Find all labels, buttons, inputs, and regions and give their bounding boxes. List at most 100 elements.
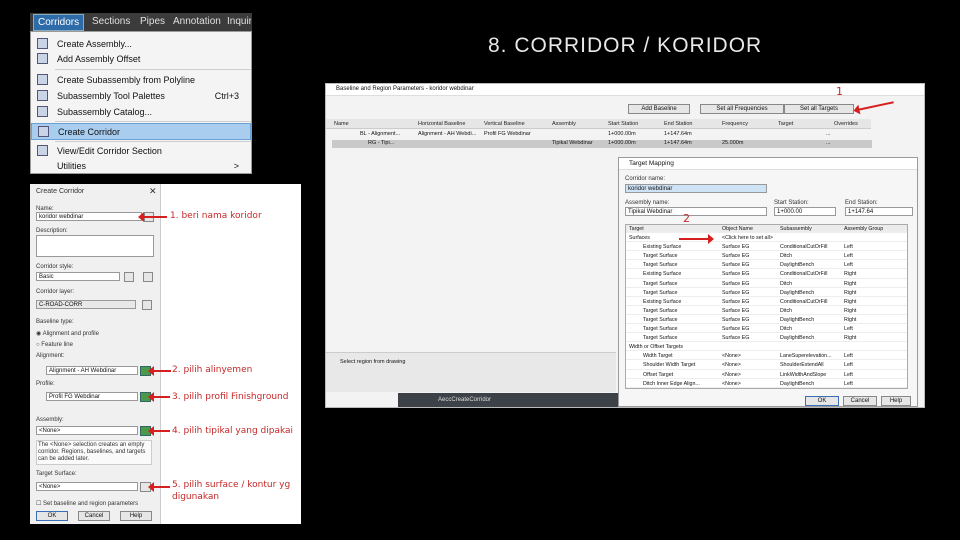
- dialog-title: Baseline and Region Parameters - koridor…: [326, 84, 924, 96]
- cancel-button[interactable]: Cancel: [843, 396, 877, 406]
- note-step-3: 3. pilih profil Finishground: [172, 392, 289, 402]
- tab-pipes[interactable]: Pipes: [140, 16, 165, 27]
- ribbon-bar: Corridors Sections Pipes Annotation Inqu…: [30, 13, 252, 31]
- radio-alignment[interactable]: ◉ Alignment and profile: [36, 330, 99, 337]
- tab-inquiry[interactable]: Inquiry: [227, 16, 251, 27]
- table-row[interactable]: Width Target <None> LaneSuperelevation... L…: [626, 352, 907, 361]
- table-cell: Right: [844, 298, 857, 305]
- ok-button[interactable]: OK: [805, 396, 839, 406]
- table-row[interactable]: Target Surface Surface EG Ditch Right: [626, 307, 907, 315]
- annotation-arrow: [148, 426, 170, 436]
- layer-button[interactable]: [142, 300, 152, 310]
- set-baseline-checkbox[interactable]: ☐ Set baseline and region parameters: [36, 500, 138, 507]
- table-cell[interactable]: <None>: [722, 372, 741, 378]
- col-assembly-group: Assembly Group: [844, 226, 884, 232]
- create-corridor-dialog: Create Corridor ✕ Name: koridor webdinar…: [30, 184, 301, 524]
- baseline-type-label: Baseline type:: [36, 319, 74, 325]
- table-cell[interactable]: Surface EG: [722, 281, 749, 287]
- set-all-targets-button[interactable]: Set all Targets: [784, 104, 854, 114]
- style-select[interactable]: Basic: [36, 272, 120, 281]
- tab-sections[interactable]: Sections: [92, 16, 130, 27]
- ok-button[interactable]: OK: [36, 511, 68, 521]
- table-cell[interactable]: Surface EG: [722, 299, 749, 305]
- menu-item-add-assembly-offset[interactable]: Add Assembly Offset: [31, 51, 251, 68]
- col-target: Target: [778, 121, 794, 127]
- command-line[interactable]: AeccCreateCorridor: [398, 393, 618, 407]
- table-cell: Right: [844, 289, 857, 296]
- assembly-select[interactable]: <None>: [36, 426, 138, 435]
- end-station-label: End Station:: [845, 200, 878, 206]
- table-cell: Left: [844, 326, 853, 332]
- table-cell[interactable]: Surface EG: [722, 290, 749, 296]
- cell: 1+000.00m: [608, 131, 636, 137]
- table-row[interactable]: Target Surface Surface EG Ditch Left: [626, 252, 907, 261]
- tab-corridors[interactable]: Corridors: [33, 14, 85, 31]
- cancel-button[interactable]: Cancel: [78, 511, 110, 521]
- profile-select[interactable]: Profil FG Webdinar: [46, 392, 138, 401]
- menu-divider: [55, 121, 251, 122]
- chevron-right-icon: >: [233, 161, 239, 171]
- cell: ...: [826, 131, 831, 137]
- start-station-label: Start Station:: [774, 200, 809, 206]
- table-cell[interactable]: <None>: [722, 381, 741, 387]
- table-cell: Left: [844, 380, 853, 387]
- table-cell[interactable]: Surface EG: [722, 308, 749, 314]
- table-row[interactable]: Target Surface Surface EG DaylightBench Rig…: [626, 334, 907, 343]
- menu-item-create-corridor[interactable]: Create Corridor: [31, 123, 251, 140]
- menu-item-subassembly-polyline[interactable]: Create Subassembly from Polyline: [31, 72, 251, 89]
- table-row[interactable]: Target Surface Surface EG DaylightBench Rig…: [626, 316, 907, 325]
- table-row[interactable]: Shoulder Width Target <None> ShoulderExten…: [626, 361, 907, 370]
- table-row[interactable]: Target Surface Surface EG DaylightBench Lef…: [626, 261, 907, 270]
- table-cell[interactable]: Surface EG: [722, 326, 749, 332]
- table-row[interactable]: Existing Surface Surface EG ConditionalCut…: [626, 298, 907, 306]
- table-cell[interactable]: <Click here to set all>: [722, 235, 773, 241]
- close-icon[interactable]: ✕: [149, 186, 157, 197]
- cell: BL - Alignment...: [360, 131, 401, 137]
- table-cell[interactable]: Surface EG: [722, 317, 749, 323]
- table-row[interactable]: Surfaces <Click here to set all>: [626, 234, 907, 243]
- name-field[interactable]: koridor webdinar: [36, 212, 142, 221]
- table-cell[interactable]: Surface EG: [722, 271, 749, 277]
- alignment-select[interactable]: Alignment - AH Webdinar: [46, 366, 138, 375]
- table-row[interactable]: Target Surface Surface EG Ditch Right: [626, 280, 907, 288]
- set-all-frequencies-button[interactable]: Set all Frequencies: [700, 104, 784, 114]
- table-row[interactable]: Offset Target <None> LinkWidthAndSlope Left: [626, 371, 907, 379]
- col-object-name: Object Name: [722, 226, 753, 232]
- table-row[interactable]: Existing Surface Surface EG ConditionalCut…: [626, 270, 907, 279]
- col-overrides: Overrides: [834, 121, 858, 127]
- col-assembly: Assembly: [552, 121, 576, 127]
- table-cell[interactable]: Surface EG: [722, 335, 749, 341]
- note-step-2: 2. pilih alinyemen: [172, 365, 253, 375]
- menu-item-subassembly-catalog[interactable]: Subassembly Catalog...: [31, 104, 251, 121]
- table-row[interactable]: Target Surface Surface EG Ditch Left: [626, 325, 907, 334]
- add-baseline-button[interactable]: Add Baseline: [628, 104, 690, 114]
- description-field[interactable]: [36, 235, 154, 257]
- table-cell[interactable]: Surface EG: [722, 253, 749, 259]
- table-cell[interactable]: <None>: [722, 362, 741, 368]
- baseline-row[interactable]: BL - Alignment... Alignment - AH Webdi..…: [332, 131, 872, 139]
- corridor-name-field[interactable]: koridor webdinar: [625, 184, 767, 193]
- table-cell: Left: [844, 353, 853, 360]
- table-cell: Right: [844, 307, 857, 314]
- menu-item-tool-palettes[interactable]: Subassembly Tool Palettes Ctrl+3: [31, 88, 251, 105]
- table-row[interactable]: Target Surface Surface EG DaylightBench Rig…: [626, 289, 907, 297]
- table-cell: Right: [844, 316, 857, 323]
- radio-feature-line[interactable]: ○ Feature line: [36, 342, 73, 348]
- table-cell: Target Surface: [643, 316, 678, 323]
- help-button[interactable]: Help: [120, 511, 152, 521]
- region-row[interactable]: RG - Tipi... Tipikal Webdinar 1+000.00m …: [332, 140, 872, 148]
- assembly-name-field: Tipikal Webdinar: [625, 207, 767, 216]
- menu-item-utilities[interactable]: Utilities >: [31, 158, 251, 175]
- tab-annotation[interactable]: Annotation: [173, 16, 221, 27]
- table-row[interactable]: Ditch Inner Edge Align... <None> DaylightB…: [626, 380, 907, 388]
- target-surface-select[interactable]: <None>: [36, 482, 138, 491]
- style-edit-button[interactable]: [124, 272, 134, 282]
- table-cell: Ditch: [780, 253, 793, 260]
- help-button[interactable]: Help: [881, 396, 911, 406]
- style-tools-button[interactable]: [143, 272, 153, 282]
- table-cell[interactable]: Surface EG: [722, 244, 749, 250]
- table-row[interactable]: Width or Offset Targets: [626, 343, 907, 352]
- table-cell[interactable]: Surface EG: [722, 262, 749, 268]
- table-cell[interactable]: <None>: [722, 353, 741, 359]
- table-row[interactable]: Existing Surface Surface EG ConditionalCut…: [626, 243, 907, 252]
